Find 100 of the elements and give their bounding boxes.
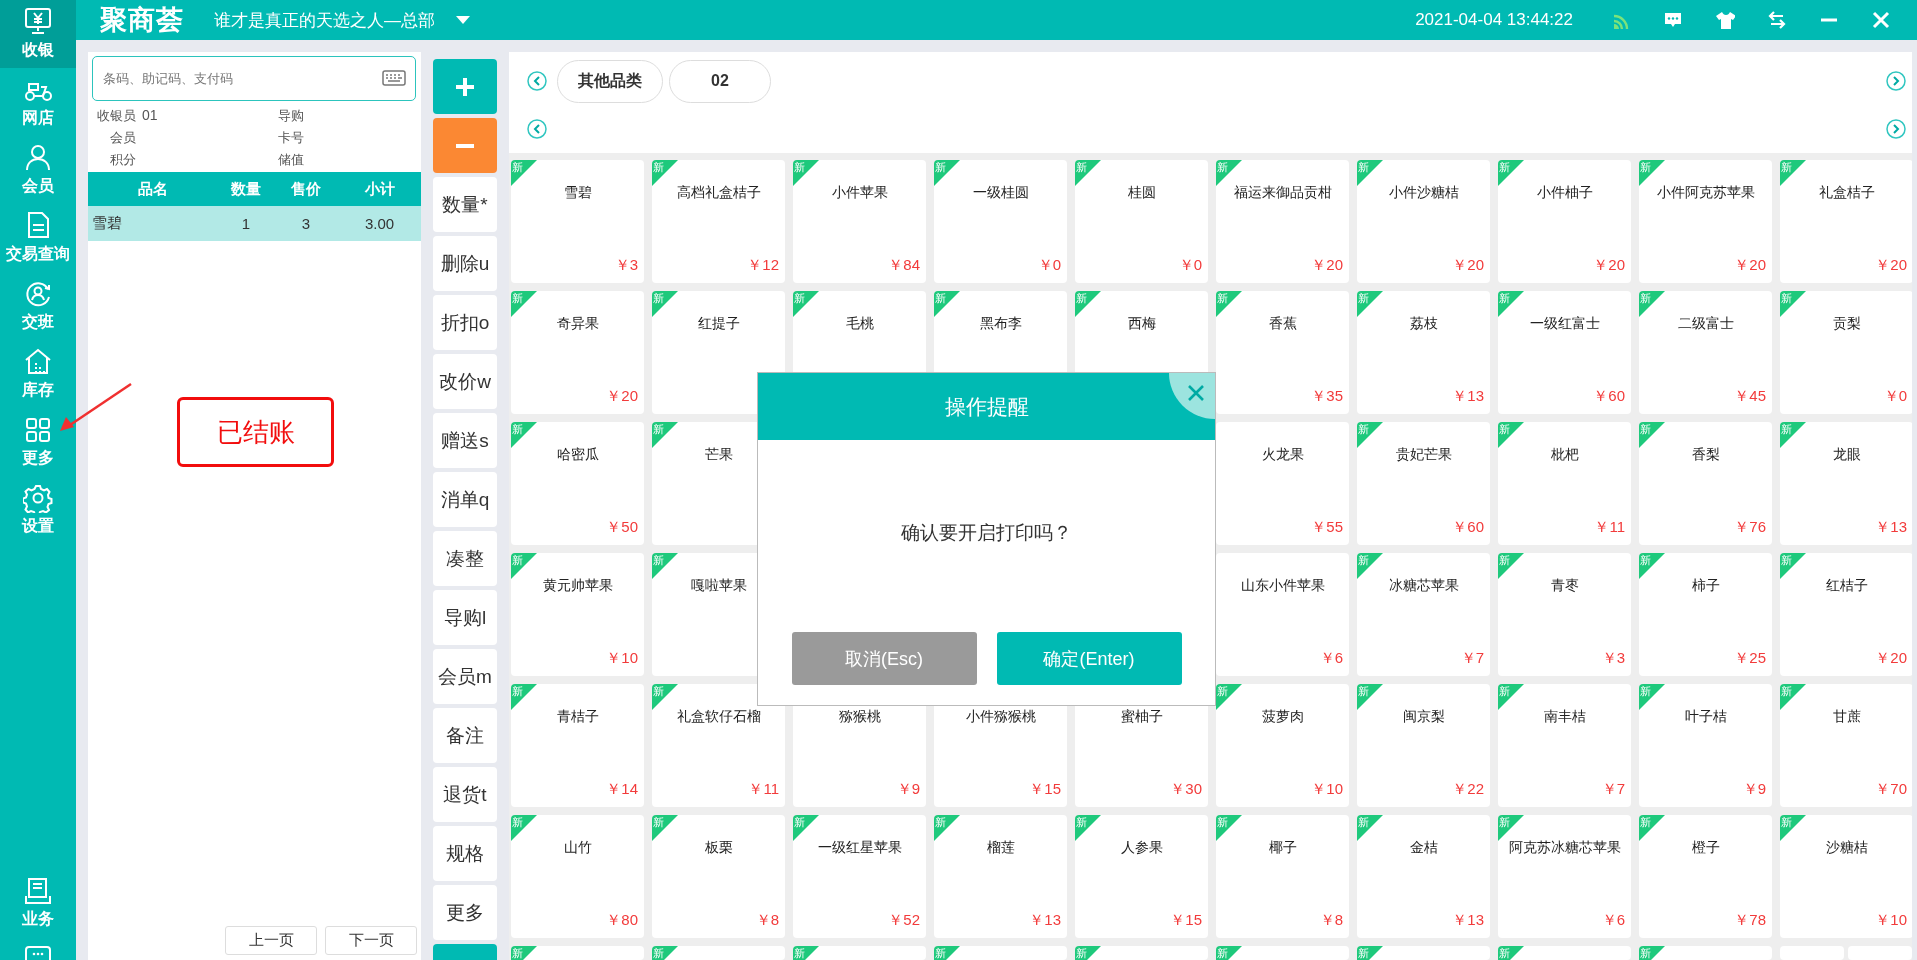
product-card[interactable]: 新 香蕉 ￥35 — [1216, 291, 1349, 414]
action-button[interactable]: 删除u — [433, 236, 497, 291]
new-badge: 新 — [1780, 684, 1806, 710]
new-badge: 新 — [934, 946, 960, 960]
action-button[interactable]: 改价w — [433, 354, 497, 409]
action-button[interactable]: 会员m — [433, 649, 497, 704]
swap-icon[interactable] — [1767, 10, 1787, 30]
product-card[interactable]: 新 闽京梨 ￥22 — [1357, 684, 1490, 807]
product-card[interactable]: 新 山竹 ￥80 — [511, 815, 644, 938]
new-badge: 新 — [1075, 291, 1101, 317]
product-card[interactable]: 火龙果 ￥55 — [1216, 422, 1349, 545]
product-card[interactable]: 山东小件苹果 ￥6 — [1216, 553, 1349, 676]
category-tab[interactable]: 其他品类 — [557, 59, 663, 103]
product-card[interactable]: 新 桂圆 ￥0 — [1075, 160, 1208, 283]
product-price: ￥10 — [1311, 780, 1343, 799]
new-badge: 新 — [1357, 553, 1383, 579]
remove-button[interactable] — [433, 118, 497, 173]
action-button[interactable]: 折扣o — [433, 295, 497, 350]
product-card[interactable]: 新 礼盒软仔石榴 ￥11 — [652, 684, 785, 807]
product-card[interactable]: 新 荔枝 ￥13 — [1357, 291, 1490, 414]
table-cell-text: 3.00 — [363, 215, 396, 232]
product-card[interactable]: 新 人参果 ￥15 — [1075, 815, 1208, 938]
product-card[interactable]: 新 枇杷 ￥11 — [1498, 422, 1631, 545]
action-button[interactable]: 导购l — [433, 590, 497, 645]
keyboard-icon[interactable] — [382, 70, 406, 86]
product-card[interactable]: 新 红提子 — [652, 291, 785, 414]
product-card[interactable]: 新 菠萝肉 ￥10 — [1216, 684, 1349, 807]
new-badge: 新 — [934, 160, 960, 186]
product-card[interactable]: 新 沙糖桔 ￥10 — [1780, 815, 1912, 938]
page-button[interactable]: 下一页 — [325, 926, 417, 955]
product-name: 一级红星苹果 — [817, 839, 902, 857]
product-card[interactable]: 新 甘蔗 ￥70 — [1780, 684, 1912, 807]
product-card[interactable]: 新 小件沙糖桔 ￥20 — [1357, 160, 1490, 283]
chevron-right-icon[interactable] — [1886, 119, 1906, 139]
product-card[interactable]: 新 青枣 ￥3 — [1498, 553, 1631, 676]
action-button[interactable]: 退货t — [433, 767, 497, 822]
chevron-right-icon[interactable] — [1886, 71, 1906, 91]
product-card[interactable]: 新 金桔 ￥13 — [1357, 815, 1490, 938]
product-card[interactable]: 新 哈密瓜 ￥50 — [511, 422, 644, 545]
product-card[interactable]: 新 二级富士 ￥45 — [1639, 291, 1772, 414]
category-tab[interactable]: 02 — [669, 59, 771, 103]
product-card[interactable]: 新 黄元帅苹果 ￥10 — [511, 553, 644, 676]
product-card[interactable]: 新 叶子桔 ￥9 — [1639, 684, 1772, 807]
product-name: 人参果 — [1120, 839, 1163, 857]
product-price: ￥10 — [606, 649, 638, 668]
new-badge: 新 — [652, 684, 678, 710]
product-card[interactable]: 新 一级桂圆 ￥0 — [934, 160, 1067, 283]
shirt-icon[interactable] — [1715, 10, 1735, 30]
caret-icon[interactable] — [455, 15, 471, 25]
product-card[interactable]: 新 贵妃芒果 ￥60 — [1357, 422, 1490, 545]
product-card[interactable]: 新 椰子 ￥8 — [1216, 815, 1349, 938]
product-card[interactable]: 新 雪碧 ￥3 — [511, 160, 644, 283]
product-card[interactable]: 新 贡梨 ￥0 — [1780, 291, 1912, 414]
add-button[interactable] — [433, 59, 497, 114]
action-button[interactable]: 更多 — [433, 885, 497, 940]
product-card[interactable]: 新 冰糖芯苹果 ￥7 — [1357, 553, 1490, 676]
new-badge: 新 — [1780, 160, 1806, 186]
product-card[interactable]: 新 小件柚子 ￥20 — [1498, 160, 1631, 283]
product-card[interactable]: 新 小件苹果 ￥84 — [793, 160, 926, 283]
product-card[interactable]: 新 香梨 ￥76 — [1639, 422, 1772, 545]
action-button[interactable]: 赠送s — [433, 413, 497, 468]
product-card[interactable]: 新 柿子 ￥25 — [1639, 553, 1772, 676]
action-button[interactable]: 凑整 — [433, 531, 497, 586]
chat-icon[interactable] — [23, 946, 53, 960]
new-badge: 新 — [793, 815, 819, 841]
search-field[interactable]: 条码、助记码、支付码 — [92, 56, 416, 101]
minus-icon — [455, 142, 475, 149]
chevron-left-icon[interactable] — [527, 71, 547, 91]
product-card[interactable]: 新 礼盒桔子 ￥20 — [1780, 160, 1912, 283]
chevron-left-icon[interactable] — [527, 119, 547, 139]
product-name: 阿克苏冰糖芯苹果 — [1508, 839, 1621, 857]
product-card[interactable]: 新 一级红富士 ￥60 — [1498, 291, 1631, 414]
product-name: 贡梨 — [1832, 315, 1861, 333]
table-row[interactable]: 雪碧 1 3 3.00 — [88, 206, 421, 241]
product-card[interactable]: 新 高档礼盒桔子 ￥12 — [652, 160, 785, 283]
close-icon[interactable] — [1871, 10, 1891, 30]
product-card[interactable]: 新 橙子 ￥78 — [1639, 815, 1772, 938]
product-name: 贵妃芒果 — [1395, 446, 1452, 464]
product-card[interactable]: 新 板栗 ￥8 — [652, 815, 785, 938]
product-name: 香梨 — [1691, 446, 1720, 464]
product-card[interactable]: 新 南丰桔 ￥7 — [1498, 684, 1631, 807]
action-button[interactable]: 数量* — [433, 177, 497, 232]
product-name: 礼盒软仔石榴 — [676, 708, 761, 726]
product-card[interactable]: 新 青桔子 ￥14 — [511, 684, 644, 807]
product-card[interactable]: 新 榴莲 ￥13 — [934, 815, 1067, 938]
action-button[interactable]: 消单q — [433, 472, 497, 527]
new-badge: 新 — [1216, 946, 1242, 960]
product-card[interactable]: 新 一级红星苹果 ￥52 — [793, 815, 926, 938]
product-card[interactable]: 新 福运来御品贡柑 ￥20 — [1216, 160, 1349, 283]
product-card[interactable]: 新 龙眼 ￥13 — [1780, 422, 1912, 545]
product-price: ￥78 — [1734, 911, 1766, 930]
product-card[interactable]: 新 小件阿克苏苹果 ￥20 — [1639, 160, 1772, 283]
action-button[interactable]: 备注 — [433, 708, 497, 763]
product-price: ￥30 — [1170, 780, 1202, 799]
product-card[interactable]: 新 阿克苏冰糖芯苹果 ￥6 — [1498, 815, 1631, 938]
product-card[interactable]: 新 奇异果 ￥20 — [511, 291, 644, 414]
action-button[interactable]: 规格 — [433, 826, 497, 881]
product-card[interactable]: 新 红桔子 ￥20 — [1780, 553, 1912, 676]
new-badge: 新 — [1498, 946, 1524, 960]
page-button[interactable]: 上一页 — [225, 926, 317, 955]
